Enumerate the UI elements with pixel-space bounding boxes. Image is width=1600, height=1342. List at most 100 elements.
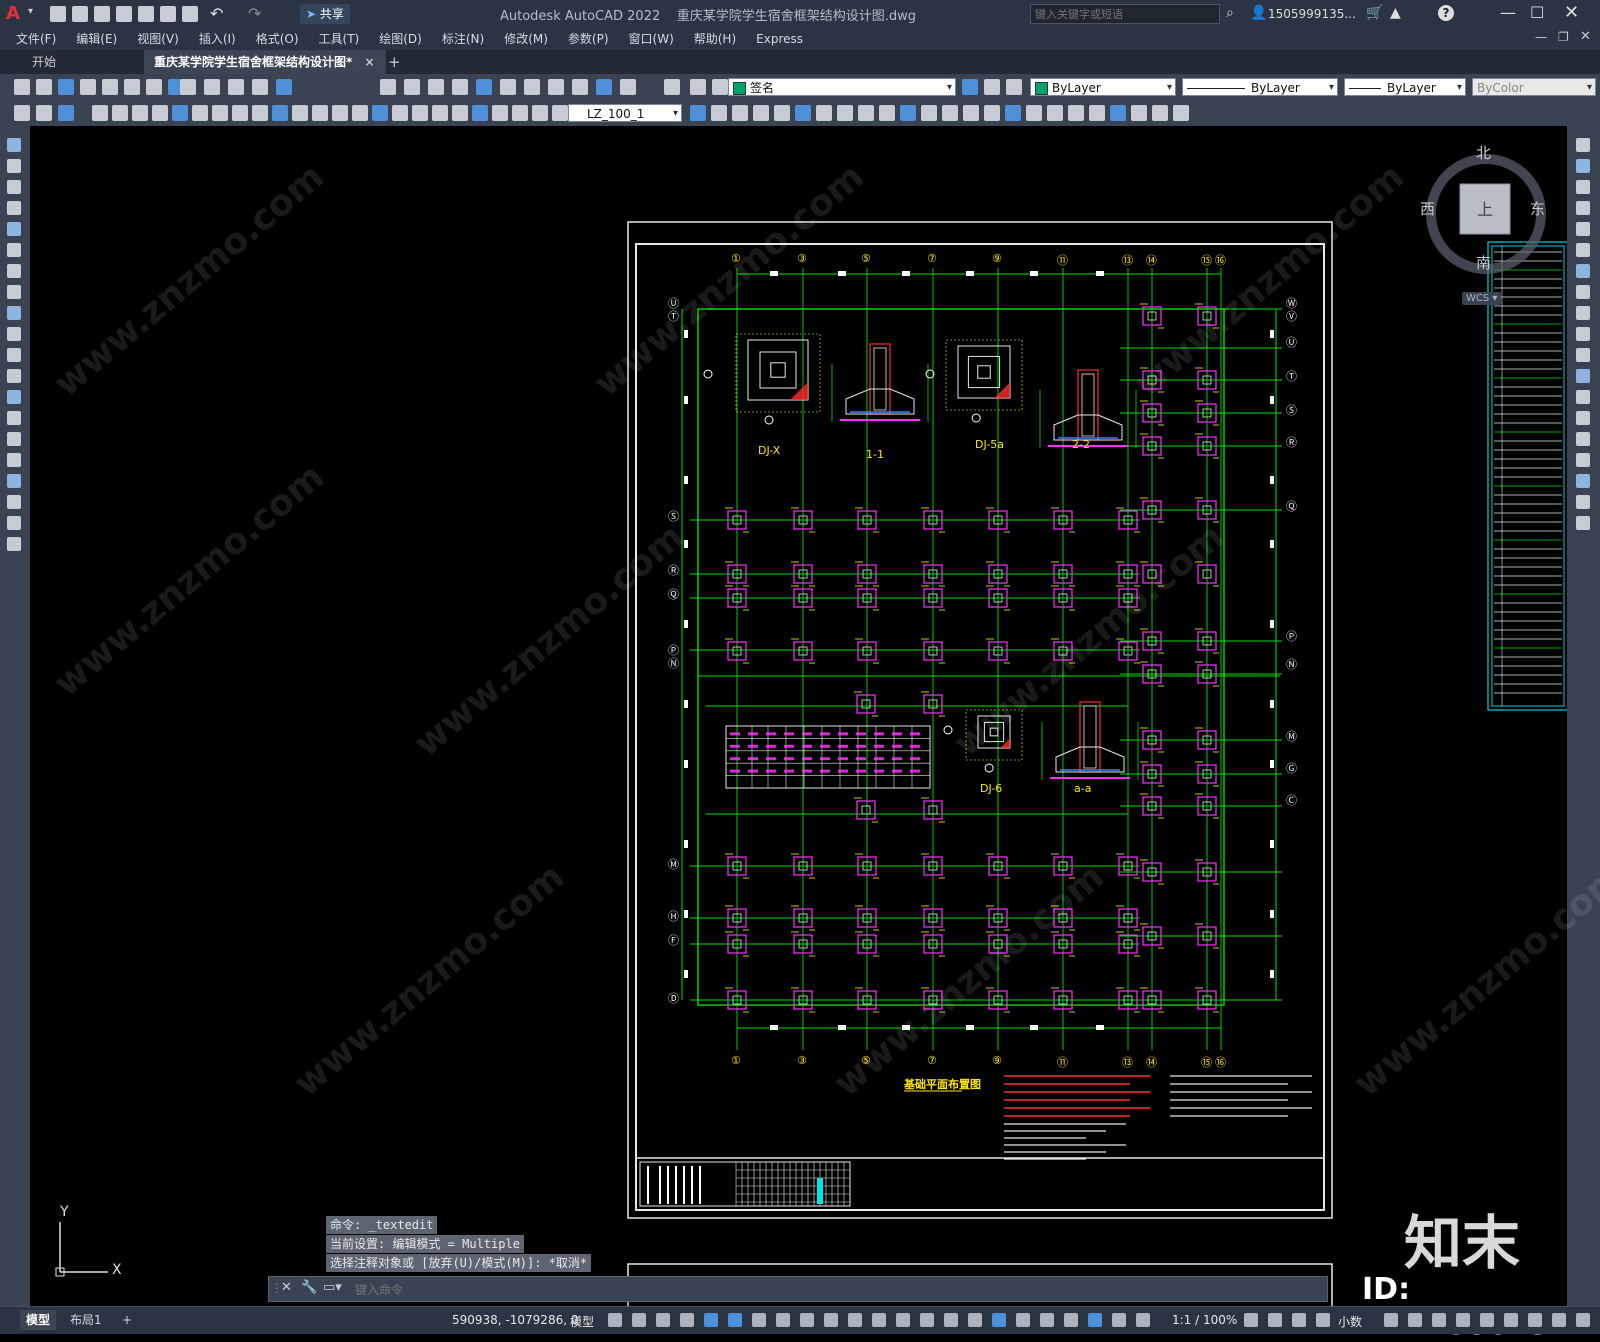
status-toggle-icon[interactable] [848, 1313, 862, 1327]
tab-layout1[interactable]: 布局1 [64, 1310, 108, 1330]
standard-tool-icon[interactable] [36, 79, 52, 95]
dimension-tool-icon[interactable] [272, 105, 288, 121]
command-customize-icon[interactable]: 🔧 [301, 1280, 317, 1295]
dimension-tool-icon[interactable] [392, 105, 408, 121]
status-toggle-icon[interactable] [824, 1313, 838, 1327]
dimension-tool-icon[interactable] [900, 105, 916, 121]
dimension-tool-icon[interactable] [552, 105, 568, 121]
web-open-icon[interactable] [138, 6, 154, 22]
dimension-tool-icon[interactable] [1131, 105, 1147, 121]
dimension-tool-icon[interactable] [492, 105, 508, 121]
status-toggle-icon[interactable] [800, 1313, 814, 1327]
status-toggle-icon[interactable] [1040, 1313, 1054, 1327]
dimension-tool-icon[interactable] [1173, 105, 1189, 121]
dimension-tool-icon[interactable] [1110, 105, 1126, 121]
new-tab-icon[interactable]: + [378, 50, 411, 74]
status-toggle-icon[interactable] [680, 1313, 694, 1327]
command-recent-icon[interactable]: ▭▾ [323, 1280, 342, 1295]
draw-tool-icon[interactable] [7, 138, 21, 152]
dimension-tool-icon[interactable] [232, 105, 248, 121]
viewcube-top-face[interactable]: 上 [1477, 196, 1493, 220]
draw-tool-icon[interactable] [7, 537, 21, 551]
annotation-scale[interactable]: 1:1 / 100% [1172, 1313, 1237, 1327]
viewcube-east-label[interactable]: 东 [1530, 198, 1545, 219]
standard-tool-icon[interactable] [58, 79, 74, 95]
plot-icon[interactable] [182, 6, 198, 22]
dimension-tool-icon[interactable] [372, 105, 388, 121]
close-icon[interactable]: ✕ [1564, 2, 1579, 23]
standard-tool-icon[interactable] [664, 79, 680, 95]
modify-tool-icon[interactable] [1576, 159, 1590, 173]
standard-tool-icon[interactable] [572, 79, 588, 95]
standard-tool-icon[interactable] [204, 79, 220, 95]
open-file-icon[interactable] [72, 6, 88, 22]
dimension-tool-icon[interactable] [984, 105, 1000, 121]
dimension-tool-icon[interactable] [753, 105, 769, 121]
menu-item-11[interactable]: 帮助(H) [684, 28, 746, 50]
doc-restore-icon[interactable]: ❐ [1558, 30, 1569, 44]
redo-icon[interactable]: ↷ [248, 4, 261, 23]
dimension-tool-icon[interactable] [858, 105, 874, 121]
menu-item-7[interactable]: 标注(N) [432, 28, 494, 50]
draw-tool-icon[interactable] [7, 327, 21, 341]
status-toggle-icon[interactable] [704, 1313, 718, 1327]
wcs-menu[interactable]: WCS ▾ [1462, 292, 1502, 305]
standard-tool-icon[interactable] [984, 79, 1000, 95]
modify-tool-icon[interactable] [1576, 264, 1590, 278]
modify-tool-icon[interactable] [1576, 285, 1590, 299]
standard-tool-icon[interactable] [712, 79, 728, 95]
status-toggle-icon[interactable] [1316, 1313, 1330, 1327]
dimension-tool-icon[interactable] [774, 105, 790, 121]
status-toggle-icon[interactable] [632, 1313, 646, 1327]
draw-tool-icon[interactable] [7, 348, 21, 362]
dimension-tool-icon[interactable] [172, 105, 188, 121]
draw-tool-icon[interactable] [7, 222, 21, 236]
draw-tool-icon[interactable] [7, 369, 21, 383]
draw-tool-icon[interactable] [7, 201, 21, 215]
undo-icon[interactable]: ↶ [210, 4, 223, 23]
dimension-tool-icon[interactable] [152, 105, 168, 121]
status-toggle-icon[interactable] [1576, 1313, 1590, 1327]
command-close-icon[interactable]: ✕ [281, 1280, 292, 1295]
draw-tool-icon[interactable] [7, 453, 21, 467]
status-toggle-icon[interactable] [1088, 1313, 1102, 1327]
dimension-tool-icon[interactable] [732, 105, 748, 121]
cart-icon[interactable]: 🛒 [1366, 5, 1383, 21]
viewcube-north-label[interactable]: 北 [1476, 142, 1491, 163]
search-input[interactable] [1031, 5, 1217, 23]
status-toggle-icon[interactable] [1268, 1313, 1282, 1327]
draw-tool-icon[interactable] [7, 474, 21, 488]
dimension-tool-icon[interactable] [921, 105, 937, 121]
menu-item-5[interactable]: 工具(T) [309, 28, 370, 50]
menu-item-0[interactable]: 文件(F) [6, 28, 66, 50]
dimension-tool-icon[interactable] [292, 105, 308, 121]
modify-tool-icon[interactable] [1576, 348, 1590, 362]
standard-tool-icon[interactable] [690, 79, 706, 95]
menu-item-4[interactable]: 格式(O) [246, 28, 309, 50]
user-name[interactable]: 1505999135... [1268, 7, 1356, 21]
standard-tool-icon[interactable] [476, 79, 492, 95]
status-toggle-icon[interactable] [872, 1313, 886, 1327]
coordinates-readout[interactable]: 590938, -1079286, 0 [452, 1313, 578, 1327]
dimension-tool-icon[interactable] [816, 105, 832, 121]
dimstyle-dropdown[interactable]: LZ_100_1 ▾ [568, 104, 682, 122]
new-file-icon[interactable] [50, 6, 66, 22]
dimension-tool-icon[interactable] [58, 105, 74, 121]
draw-tool-icon[interactable] [7, 264, 21, 278]
standard-tool-icon[interactable] [1006, 79, 1022, 95]
modify-tool-icon[interactable] [1576, 453, 1590, 467]
modify-tool-icon[interactable] [1576, 474, 1590, 488]
draw-tool-icon[interactable] [7, 390, 21, 404]
dimension-tool-icon[interactable] [532, 105, 548, 121]
model-space-toggle[interactable]: 模型 [570, 1313, 594, 1330]
standard-tool-icon[interactable] [276, 79, 292, 95]
draw-tool-icon[interactable] [7, 495, 21, 509]
dimension-tool-icon[interactable] [112, 105, 128, 121]
dimension-tool-icon[interactable] [432, 105, 448, 121]
menu-item-12[interactable]: Express [746, 28, 813, 50]
standard-tool-icon[interactable] [102, 79, 118, 95]
help-icon[interactable]: ? [1438, 5, 1454, 21]
menu-item-9[interactable]: 参数(P) [558, 28, 619, 50]
draw-tool-icon[interactable] [7, 516, 21, 530]
tab-close-icon[interactable]: × [364, 55, 374, 69]
